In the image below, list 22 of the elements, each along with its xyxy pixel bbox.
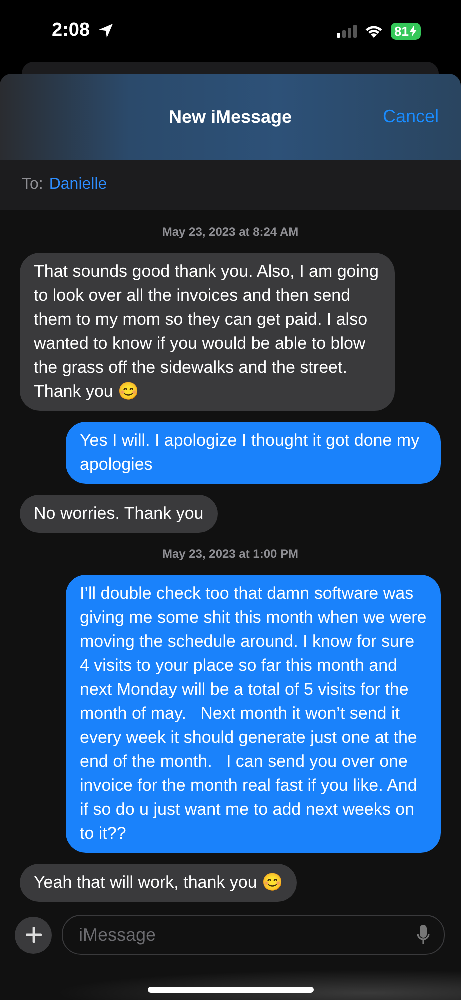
sent-message-bubble: I’ll double check too that damn software was giving me some shit this month when we were moving the schedule around. I know for sure 4 visits to your place so far this month and next Monday will be a total of 5 visits for the month of may. Next month it won’t send it every week it should generate just one at the end of the month. I can send you over one invoice for the month real fast if you like. And if so do u just want me to add next weeks on to it?? (66, 575, 441, 853)
to-label: To: (22, 176, 44, 194)
message-field[interactable]: iMessage (62, 915, 445, 955)
received-message-bubble: Yeah that will work, thank you 😊 (20, 864, 298, 902)
message-timestamp: May 23, 2023 at 8:24 AM (162, 224, 299, 241)
recipient-field[interactable]: To: Danielle (0, 160, 461, 210)
time: 2:08 (52, 20, 90, 42)
message-input[interactable]: iMessage (77, 924, 417, 946)
received-message-bubble: That sounds good thank you. Also, I am going to look over all the invoices and then send them to my mom so they can get paid. I also wanted to know if you would be able to blow the grass off the sidewalks and the street. Thank you 😊 (20, 253, 395, 411)
battery-indicator: 81 (390, 22, 421, 40)
microphone-icon[interactable] (417, 925, 430, 945)
wifi-icon (364, 24, 383, 38)
sheet-title: New iMessage (168, 106, 292, 128)
plus-icon (26, 927, 42, 943)
recipient-name: Danielle (49, 176, 108, 194)
cancel-button[interactable]: Cancel (382, 106, 439, 128)
add-button[interactable] (15, 916, 52, 954)
received-message-bubble: No worries. Thank you (20, 495, 218, 533)
signal-icon (336, 24, 357, 38)
sent-message-bubble: Yes I will. I apologize I thought it got done my apologies (66, 422, 441, 484)
location-arrow-icon (98, 23, 114, 39)
message-timestamp: May 23, 2023 at 1:00 PM (162, 546, 299, 563)
